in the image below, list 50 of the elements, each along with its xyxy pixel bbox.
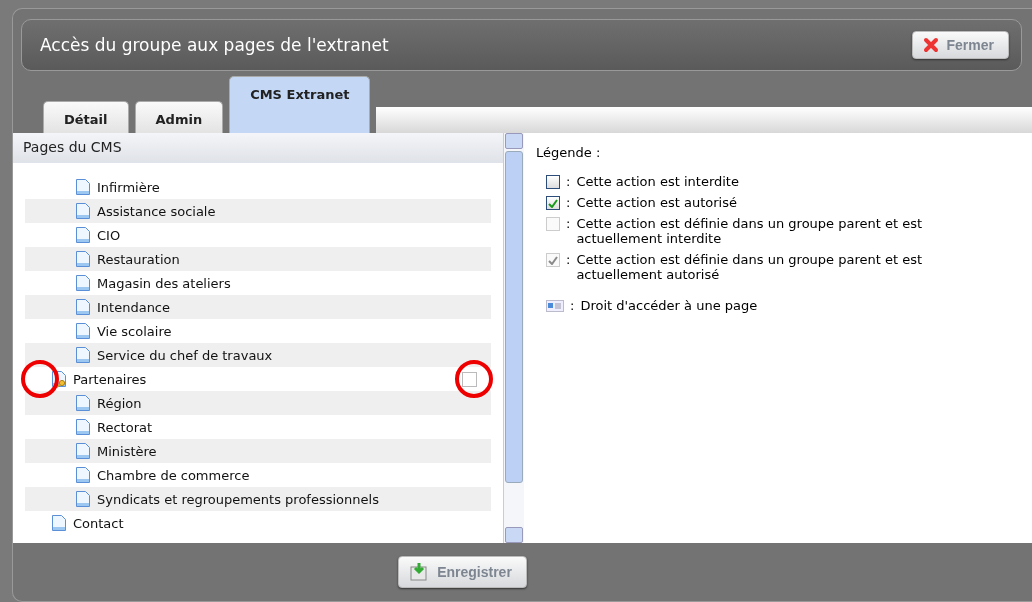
tree-item[interactable]: Vie scolaire (97, 323, 172, 339)
checkbox[interactable] (462, 371, 477, 387)
page-access-icon (546, 300, 564, 312)
page-icon (75, 202, 91, 220)
page-icon (75, 298, 91, 316)
tree-item[interactable]: Rectorat (97, 419, 153, 435)
legend-title: Légende : (536, 145, 602, 160)
page-icon (75, 274, 91, 292)
separator: : (566, 195, 571, 210)
close-icon (922, 37, 939, 53)
legend-text: Cette action est autorisé (576, 195, 737, 210)
tree-item[interactable]: Infirmière (97, 179, 160, 195)
panel-header: Pages du CMS (13, 133, 503, 163)
page-icon (75, 418, 91, 436)
tree-item[interactable]: CIO (97, 227, 121, 243)
dialog-title: Accès du groupe aux pages de l'extranet (40, 35, 389, 55)
tree-item[interactable]: Région (97, 395, 142, 411)
tree-item[interactable]: Partenaires (73, 371, 147, 387)
tree-item[interactable]: Ministère (97, 443, 157, 459)
legend-text: Droit d'accéder à une page (580, 298, 758, 313)
save-icon (409, 562, 430, 582)
separator: : (566, 252, 571, 267)
page-icon (75, 322, 91, 340)
legend-text: Cette action est interdite (576, 174, 739, 189)
scrollbar-thumb[interactable] (505, 151, 523, 483)
page-icon (75, 442, 91, 460)
separator: : (566, 174, 571, 189)
tree-item[interactable]: Magasin des ateliers (97, 275, 231, 291)
tree-item[interactable]: Assistance sociale (97, 203, 216, 219)
tree-item[interactable]: Restauration (97, 251, 180, 267)
legend-text: Cette action est définie dans un groupe parent et est actuellement interdite (576, 216, 924, 246)
separator: : (566, 216, 571, 231)
scroll-down-button[interactable] (505, 527, 523, 543)
tree-item[interactable]: Contact (73, 515, 124, 531)
tree-item[interactable]: Chambre de commerce (97, 467, 250, 483)
tree-item[interactable]: Intendance (97, 299, 170, 315)
tab[interactable]: CMS Extranet (229, 76, 371, 133)
tab[interactable]: Admin (134, 101, 224, 133)
page-icon (75, 490, 91, 508)
page-icon (75, 346, 91, 364)
tab[interactable]: Détail (43, 101, 129, 133)
separator: : (570, 298, 575, 313)
page-icon (75, 250, 91, 268)
scroll-up-button[interactable] (505, 133, 523, 149)
page-icon (75, 394, 91, 412)
page-icon (51, 514, 67, 532)
legend-text: Cette action est définie dans un groupe parent et est actuellement autorisé (576, 252, 924, 282)
page-icon (75, 226, 91, 244)
page-icon (75, 466, 91, 484)
page-icon (75, 178, 91, 196)
